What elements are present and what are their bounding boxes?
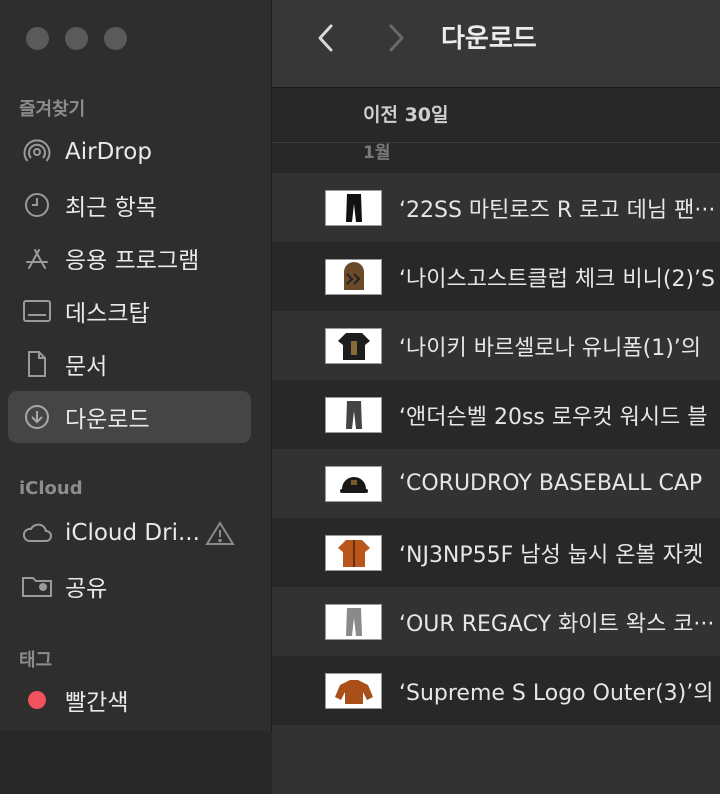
download-icon [21,403,53,431]
window-title: 다운로드 [441,24,537,54]
file-name: ‘CORUDROY BASEBALL CAP [399,471,703,496]
sidebar-item-label: AirDrop [65,139,152,165]
file-row[interactable]: ‘앤더슨벨 20ss 로우컷 워시드 블 [272,380,720,449]
file-row[interactable]: ‘22SS 마틴로즈 R 로고 데님 팬··· [272,173,720,242]
sidebar-item-airdrop[interactable]: AirDrop [8,126,251,178]
file-thumbnail [325,189,382,226]
file-name: ‘OUR REGACY 화이트 왁스 코··· [399,611,715,637]
file-name: ‘NJ3NP55F 남성 눕시 온볼 자켓 [399,542,704,568]
file-thumbnail [325,396,382,433]
shared-folder-icon [21,573,53,599]
file-thumbnail [325,327,382,364]
document-icon [21,350,53,378]
sidebar-item-label: 최근 항목 [65,195,157,221]
file-row[interactable]: ‘Supreme S Logo Outer(3)’의 [272,656,720,725]
sidebar-item-icloud-drive[interactable]: iCloud Dri... [8,507,251,559]
red-tag-icon [21,691,53,709]
sidebar: 즐겨찾기 AirDrop 최근 항목 응용 프로그램 데스크탑 문서 다운로드 … [0,0,272,731]
clock-icon [21,191,53,219]
sidebar-item-desktop[interactable]: 데스크탑 [8,285,251,337]
minimize-window-button[interactable] [65,27,88,50]
file-list: ‘22SS 마틴로즈 R 로고 데님 팬··· ‘나이스고스트클럽 체크 비니(… [272,173,720,794]
warning-icon [205,520,235,550]
file-name: ‘나이스고스트클럽 체크 비니(2)’S [399,266,715,292]
zoom-window-button[interactable] [104,27,127,50]
file-row[interactable]: ‘NJ3NP55F 남성 눕시 온볼 자켓 [272,518,720,587]
file-thumbnail [325,534,382,571]
sidebar-item-label: 다운로드 [65,407,150,433]
sidebar-item-label: 공유 [65,576,108,602]
airdrop-icon [21,138,53,166]
forward-button[interactable] [384,23,408,57]
group-header: 이전 30일 [363,104,449,126]
back-button[interactable] [314,23,338,57]
favorites-section-label: 즐겨찾기 [19,99,86,120]
file-name: ‘Supreme S Logo Outer(3)’의 [399,680,714,706]
sidebar-item-shared[interactable]: 공유 [8,560,251,612]
sidebar-item-label: 문서 [65,354,108,380]
icloud-section-label: iCloud [19,478,83,499]
main-content: 다운로드 이전 30일 1월 ‘22SS 마틴로즈 R 로고 데님 팬··· ‘… [272,0,720,794]
sidebar-item-downloads[interactable]: 다운로드 [8,391,251,443]
sidebar-item-recents[interactable]: 최근 항목 [8,179,251,231]
divider [272,142,720,143]
applications-icon [21,244,53,272]
file-thumbnail [325,603,382,640]
window-controls [26,27,127,50]
file-row[interactable]: ‘나이키 바르셀로나 유니폼(1)’의 [272,311,720,380]
desktop-icon [21,298,53,324]
file-row[interactable]: ‘나이스고스트클럽 체크 비니(2)’S [272,242,720,311]
file-name: ‘나이키 바르셀로나 유니폼(1)’의 [399,335,702,361]
cloud-icon [21,521,53,545]
file-thumbnail [325,258,382,295]
sidebar-item-label: 데스크탑 [65,301,150,327]
sidebar-item-label: iCloud Dri... [65,520,200,546]
sidebar-item-documents[interactable]: 문서 [8,338,251,390]
file-thumbnail [325,465,382,502]
file-name: ‘앤더슨벨 20ss 로우컷 워시드 블 [399,404,708,430]
toolbar: 다운로드 [272,0,720,88]
file-thumbnail [325,672,382,709]
sidebar-item-red-tag[interactable]: 빨간색 [8,674,251,726]
sidebar-item-label: 응용 프로그램 [65,248,200,274]
tags-section-label: 태그 [19,650,53,671]
file-row[interactable]: ‘CORUDROY BASEBALL CAP [272,449,720,518]
file-row [272,725,720,794]
file-name: ‘22SS 마틴로즈 R 로고 데님 팬··· [399,197,716,223]
sidebar-item-label: 빨간색 [65,690,129,716]
sidebar-item-applications[interactable]: 응용 프로그램 [8,232,251,284]
close-window-button[interactable] [26,27,49,50]
file-row[interactable]: ‘OUR REGACY 화이트 왁스 코··· [272,587,720,656]
